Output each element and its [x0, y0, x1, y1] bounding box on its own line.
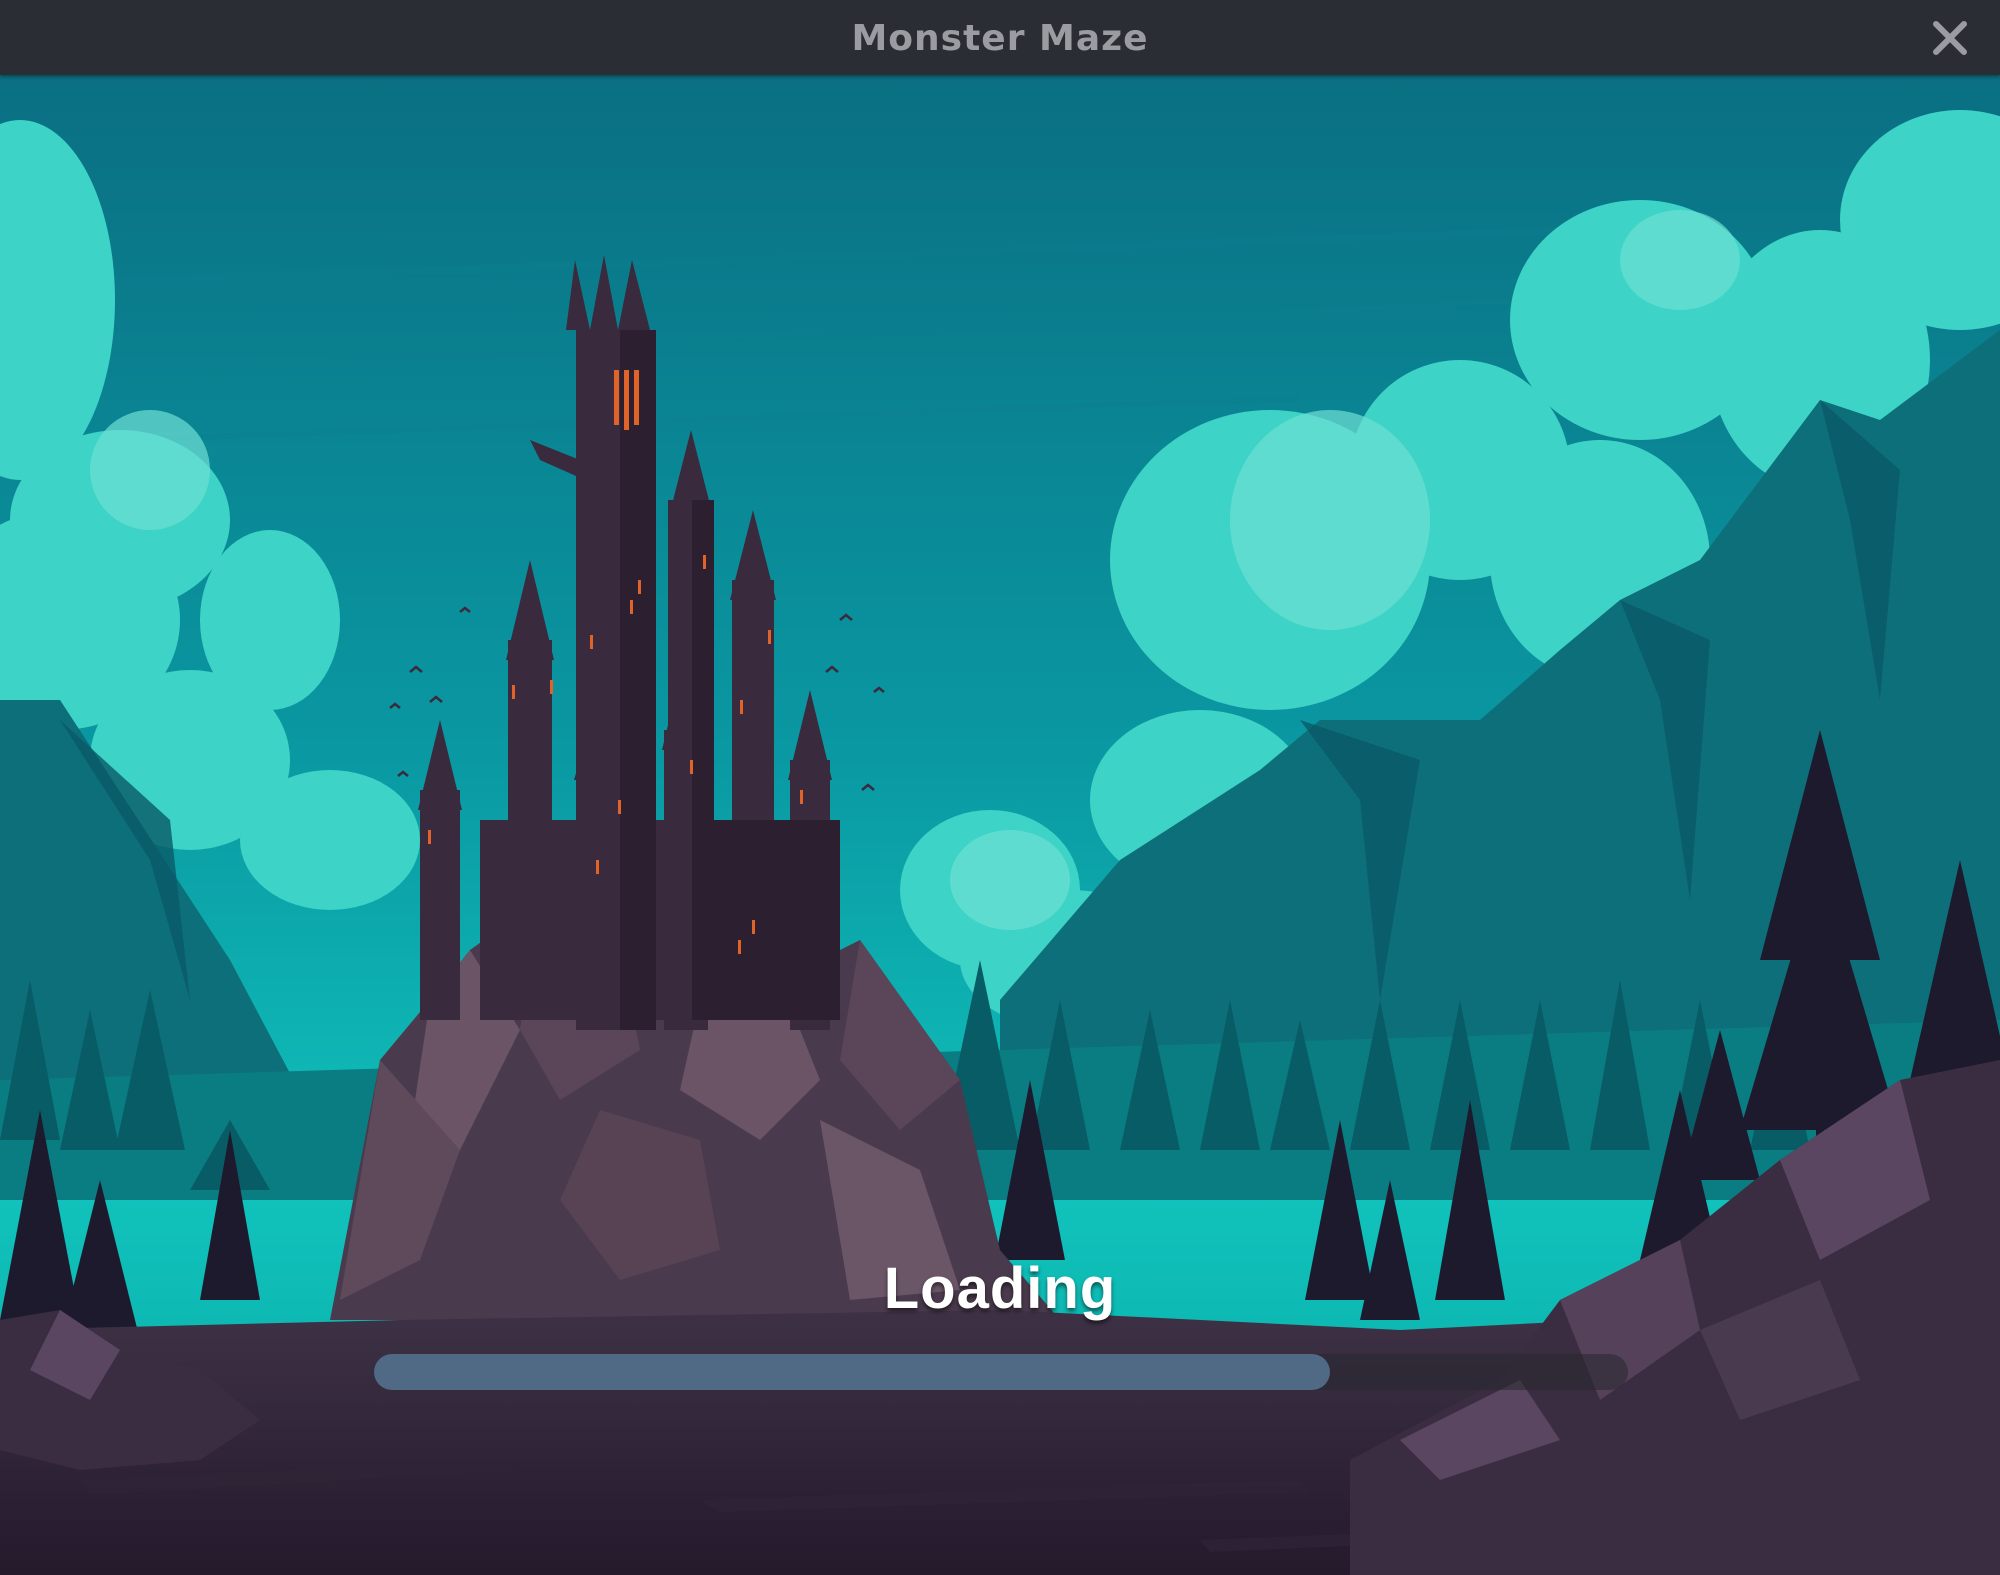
window-title: Monster Maze [851, 18, 1149, 59]
game-background [0, 75, 2000, 1575]
close-icon[interactable] [1928, 16, 1972, 60]
loading-progress-fill [374, 1354, 1330, 1390]
loading-progress-bar [374, 1354, 1628, 1390]
title-bar: Monster Maze [0, 0, 2000, 75]
loading-label: Loading [883, 1256, 1117, 1321]
castle-landscape-illustration [0, 75, 2000, 1575]
